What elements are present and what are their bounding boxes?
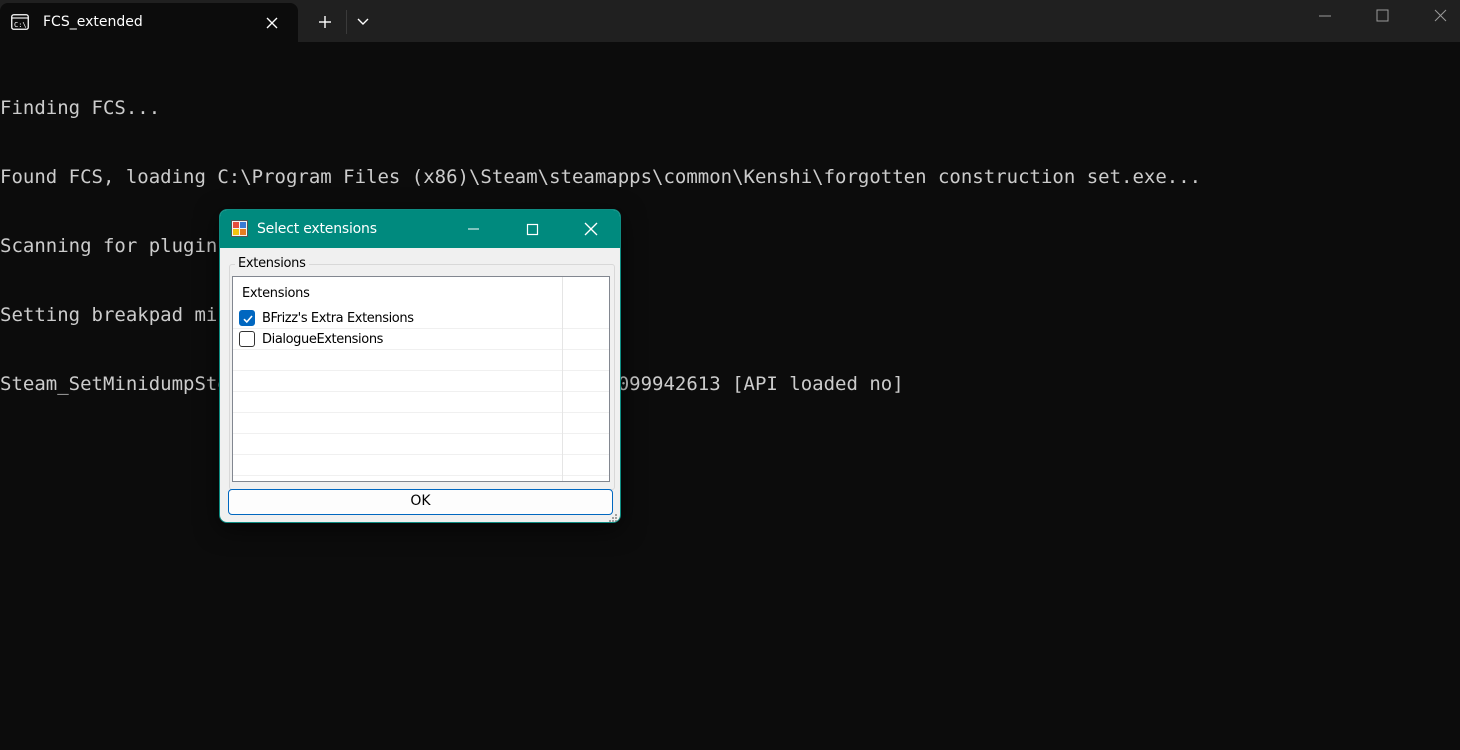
dialog-titlebar[interactable]: Select extensions <box>220 210 620 248</box>
close-icon <box>266 17 278 29</box>
list-row: BFrizz's Extra Extensions <box>233 308 609 329</box>
close-window-button[interactable] <box>1420 0 1460 34</box>
empty-row <box>233 371 609 392</box>
new-tab-button[interactable] <box>310 8 340 36</box>
minimize-button[interactable] <box>1304 0 1344 34</box>
minimize-icon <box>468 228 479 230</box>
checkbox-dialogue-extensions[interactable] <box>239 331 255 347</box>
dialog-maximize-button[interactable] <box>517 216 549 242</box>
empty-row <box>233 434 609 455</box>
ok-button[interactable]: OK <box>228 489 613 515</box>
select-extensions-dialog: Select extensions Extensions Extensions <box>219 209 621 523</box>
close-icon <box>1434 9 1447 22</box>
console-icon: C:\ <box>11 14 29 30</box>
svg-text:C:\: C:\ <box>14 21 27 29</box>
tab-dropdown-button[interactable] <box>350 8 376 36</box>
dialog-minimize-button[interactable] <box>458 216 490 242</box>
list-item[interactable]: BFrizz's Extra Extensions <box>233 308 562 329</box>
resize-grip-icon[interactable] <box>608 510 618 522</box>
empty-row <box>233 350 609 371</box>
checkbox-bfrizz-extra-extensions[interactable] <box>239 310 255 326</box>
plus-icon <box>319 16 331 28</box>
column-header[interactable]: Extensions <box>233 277 609 308</box>
tab-title: FCS_extended <box>43 14 143 30</box>
extensions-list[interactable]: Extensions BFrizz's Extra Extensions Dia… <box>232 276 610 482</box>
empty-row <box>233 413 609 434</box>
list-item-label: DialogueExtensions <box>262 332 384 347</box>
list-item-label: BFrizz's Extra Extensions <box>262 311 414 326</box>
chevron-down-icon <box>357 18 369 25</box>
console-line: Found FCS, loading C:\Program Files (x86… <box>0 166 1202 188</box>
tab-separator <box>346 10 347 34</box>
list-item[interactable]: DialogueExtensions <box>233 329 562 350</box>
close-tab-button[interactable] <box>262 13 282 33</box>
window-titlebar: C:\ FCS_extended <box>0 0 1460 42</box>
console-line: Finding FCS... <box>0 97 161 119</box>
maximize-button[interactable] <box>1362 0 1402 34</box>
empty-row <box>233 392 609 413</box>
app-icon <box>231 220 248 237</box>
groupbox-label: Extensions <box>235 256 309 271</box>
dialog-title: Select extensions <box>257 221 377 237</box>
column-divider[interactable] <box>562 277 563 481</box>
empty-row <box>233 455 609 476</box>
tab-fcs-extended[interactable]: C:\ FCS_extended <box>0 3 298 42</box>
maximize-icon <box>526 223 539 236</box>
close-icon <box>584 222 598 236</box>
minimize-icon <box>1319 15 1331 17</box>
list-row: DialogueExtensions <box>233 329 609 350</box>
checkmark-icon <box>243 315 253 324</box>
dialog-close-button[interactable] <box>575 216 607 242</box>
column-header-label: Extensions <box>242 286 310 301</box>
maximize-icon <box>1376 9 1389 22</box>
